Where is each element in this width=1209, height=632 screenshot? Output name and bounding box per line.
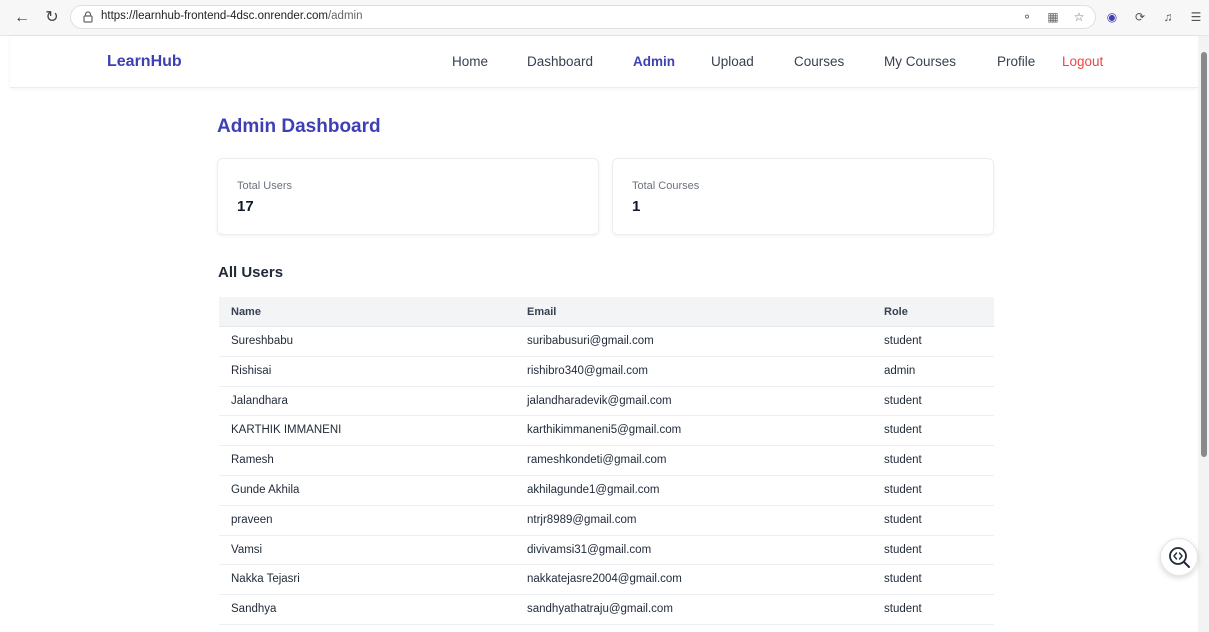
read-aloud-icon[interactable]: ⚬	[1019, 9, 1035, 25]
app-logo[interactable]: LearnHub	[107, 53, 182, 71]
nav-my-courses[interactable]: My Courses	[884, 54, 956, 69]
user-role: admin	[884, 364, 916, 377]
table-row: Vamsi divivamsi31@gmail.com student	[219, 535, 994, 566]
url-text: https://learnhub-frontend-4dsc.onrender.…	[101, 10, 363, 22]
user-name: Vamsi	[231, 543, 263, 556]
nav-dashboard[interactable]: Dashboard	[527, 54, 593, 69]
section-title-all-users: All Users	[218, 264, 284, 281]
column-header-role: Role	[884, 306, 908, 318]
user-role: student	[884, 394, 922, 407]
column-header-name: Name	[231, 306, 261, 318]
zoom-code-button[interactable]	[1160, 538, 1198, 576]
nav-upload[interactable]: Upload	[711, 54, 754, 69]
zoom-code-icon	[1169, 547, 1190, 568]
user-name: Rishisai	[231, 364, 272, 377]
extension-icon[interactable]: ◉	[1104, 9, 1120, 25]
user-name: Sandhya	[231, 603, 277, 616]
user-role: student	[884, 573, 922, 586]
nav-courses[interactable]: Courses	[794, 54, 844, 69]
user-name: Sureshbabu	[231, 335, 294, 347]
browser-toolbar: ← ↻ https://learnhub-frontend-4dsc.onren…	[0, 0, 1209, 36]
collections-icon[interactable]: ♫	[1160, 9, 1176, 25]
back-arrow-icon[interactable]: ←	[12, 8, 32, 28]
stat-label: Total Users	[237, 180, 293, 192]
table-row: Nakka Tejasri nakkatejasre2004@gmail.com s…	[219, 565, 994, 596]
table-row: KARTHIK IMMANENI karthikimmaneni5@gmail.c…	[219, 416, 994, 447]
user-role: student	[884, 424, 922, 437]
column-header-email: Email	[527, 306, 557, 318]
user-role: student	[884, 335, 922, 347]
table-row: Sureshbabu suribabusuri@gmail.com student	[219, 327, 994, 357]
user-name: KARTHIK IMMANENI	[231, 424, 342, 437]
nav-profile[interactable]: Profile	[997, 54, 1035, 69]
user-role: student	[884, 543, 922, 556]
user-name: Jalandhara	[231, 394, 288, 407]
favorite-star-icon[interactable]: ☆	[1071, 9, 1087, 25]
users-table: Name Email Role Sureshbabu suribabusuri@g…	[219, 297, 994, 625]
user-role: student	[884, 483, 922, 496]
stat-card-total-users: Total Users 17	[217, 158, 599, 235]
user-email: rameshkondeti@gmail.com	[527, 454, 667, 467]
user-email: akhilagunde1@gmail.com	[527, 483, 660, 496]
user-role: student	[884, 513, 922, 526]
nav-home[interactable]: Home	[452, 54, 488, 69]
address-bar[interactable]: https://learnhub-frontend-4dsc.onrender.…	[70, 5, 1096, 29]
user-role: student	[884, 603, 922, 616]
table-row: Gunde Akhila akhilagunde1@gmail.com studen…	[219, 475, 994, 506]
user-email: rishibro340@gmail.com	[527, 364, 648, 377]
reload-icon[interactable]: ↻	[42, 8, 62, 28]
user-name: Ramesh	[231, 454, 274, 467]
user-email: jalandharadevik@gmail.com	[527, 394, 672, 407]
user-email: ntrjr8989@gmail.com	[527, 513, 637, 526]
user-email: suribabusuri@gmail.com	[527, 335, 654, 347]
user-name: Nakka Tejasri	[231, 573, 300, 586]
table-header: Name Email Role	[219, 297, 994, 327]
user-name: praveen	[231, 513, 273, 526]
lock-icon	[83, 11, 93, 23]
stat-value: 1	[632, 198, 641, 215]
user-role: student	[884, 454, 922, 467]
table-row: Jalandhara jalandharadevik@gmail.com stude…	[219, 386, 994, 417]
split-screen-icon[interactable]: ▦	[1045, 9, 1061, 25]
table-row: Rishisai rishibro340@gmail.com admin	[219, 356, 994, 387]
user-email: divivamsi31@gmail.com	[527, 543, 652, 556]
nav-admin[interactable]: Admin	[633, 54, 675, 69]
user-name: Gunde Akhila	[231, 483, 300, 496]
app-header: LearnHub Home Dashboard Admin Upload Cou…	[10, 36, 1198, 88]
stat-card-total-courses: Total Courses 1	[612, 158, 994, 235]
user-email: sandhyathatraju@gmail.com	[527, 603, 673, 616]
nav-logout[interactable]: Logout	[1062, 54, 1103, 69]
stat-label: Total Courses	[632, 180, 700, 192]
user-email: karthikimmaneni5@gmail.com	[527, 424, 682, 437]
stat-value: 17	[237, 198, 254, 215]
page-scrollbar-thumb[interactable]	[1201, 52, 1207, 457]
favorites-list-icon[interactable]: ☰	[1188, 9, 1204, 25]
table-row: Ramesh rameshkondeti@gmail.com student	[219, 446, 994, 476]
page-title: Admin Dashboard	[217, 116, 381, 137]
copilot-icon[interactable]: ⟳	[1132, 9, 1148, 25]
table-row: Sandhya sandhyathatraju@gmail.com student	[219, 595, 994, 625]
user-email: nakkatejasre2004@gmail.com	[527, 573, 682, 586]
table-row: praveen ntrjr8989@gmail.com student	[219, 505, 994, 536]
